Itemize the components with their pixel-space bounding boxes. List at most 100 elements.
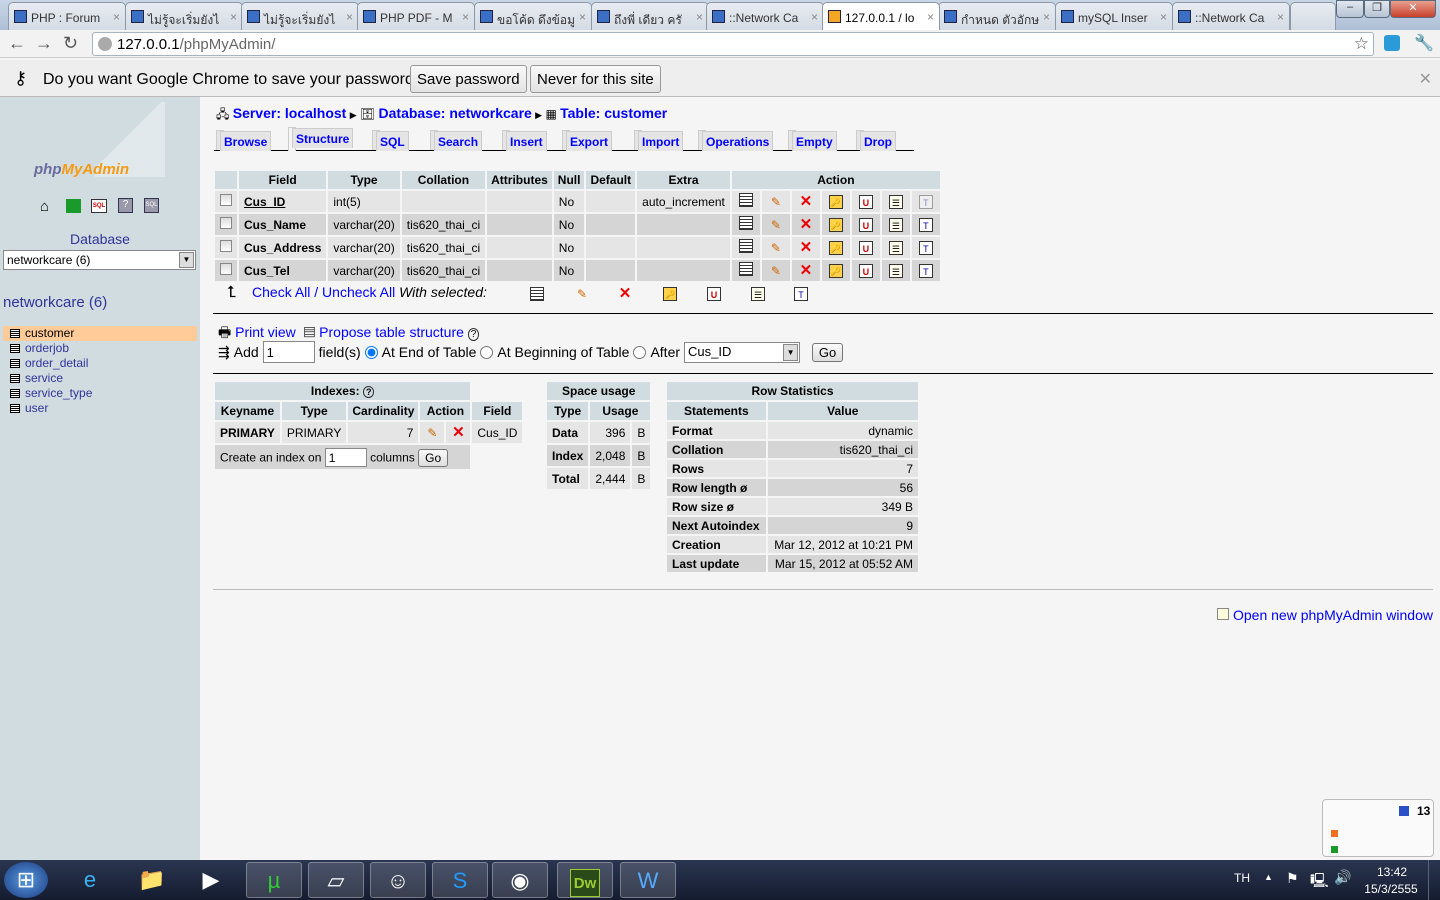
- database-select[interactable]: networkcare (6) ▼: [3, 250, 196, 270]
- at-end-radio[interactable]: [364, 345, 378, 359]
- print-view-link[interactable]: Print view: [235, 324, 296, 340]
- tab-structure[interactable]: ✎Structure: [288, 127, 354, 151]
- edit-icon[interactable]: ✎: [769, 195, 783, 209]
- primary-key-icon[interactable]: 🔑: [828, 264, 843, 278]
- new-tab-button[interactable]: [1290, 2, 1336, 30]
- primary-key-icon[interactable]: 🔑: [828, 195, 843, 209]
- sidebar-table-order_detail[interactable]: order_detail: [3, 356, 197, 371]
- taskbar-dreamweaver-icon[interactable]: Dw: [570, 869, 600, 897]
- edit-icon[interactable]: ✎: [769, 241, 783, 255]
- browser-tab[interactable]: PHP : Forum ×: [8, 2, 126, 30]
- browser-tab[interactable]: ขอโค้ด ดึงข้อมู ×: [474, 2, 592, 30]
- browser-tab[interactable]: ไม่รู้จะเริ่มยังไ ×: [241, 2, 359, 30]
- tab-import[interactable]: ▤Import: [634, 130, 684, 151]
- phpmyadmin-logo[interactable]: phpMyAdmin: [34, 161, 129, 178]
- index-columns-input[interactable]: [324, 448, 367, 467]
- sidebar-table-service_type[interactable]: service_type: [3, 386, 197, 401]
- primary-key-icon[interactable]: 🔑: [828, 218, 843, 232]
- sidebar-table-user[interactable]: user: [3, 401, 197, 416]
- taskbar-messenger-icon[interactable]: ☺: [370, 862, 426, 898]
- browser-tab[interactable]: ::Network Ca ×: [706, 2, 824, 30]
- close-window-button[interactable]: ✕: [1390, 0, 1436, 18]
- taskbar-chrome-icon[interactable]: ◉: [492, 862, 548, 898]
- taskbar-explorer-icon[interactable]: 📁: [124, 862, 180, 898]
- clock-date[interactable]: 15/3/2555: [1358, 882, 1424, 896]
- close-tab-icon[interactable]: ×: [462, 10, 469, 24]
- browser-tab[interactable]: ไม่รู้จะเริ่มยังไ ×: [125, 2, 243, 30]
- bulk-browse-icon[interactable]: [530, 287, 544, 301]
- wrench-icon[interactable]: 🔧: [1414, 33, 1434, 53]
- reload-icon[interactable]: ↻: [63, 33, 78, 54]
- close-tab-icon[interactable]: ×: [811, 10, 818, 24]
- bulk-primary-key-icon[interactable]: 🔑: [663, 287, 677, 301]
- url-input[interactable]: 127.0.0.1/phpMyAdmin/ ☆: [92, 32, 1374, 56]
- maximize-button[interactable]: ❐: [1364, 0, 1390, 18]
- drop-icon[interactable]: ✕: [799, 240, 813, 255]
- add-fields-go-button[interactable]: Go: [811, 342, 844, 362]
- breadcrumb-server[interactable]: Server: localhost: [233, 105, 347, 121]
- bulk-fulltext-icon[interactable]: T: [794, 287, 808, 301]
- db-heading-link[interactable]: networkcare (6): [3, 294, 107, 311]
- minimize-button[interactable]: –: [1336, 0, 1364, 18]
- close-tab-icon[interactable]: ×: [230, 10, 237, 24]
- unique-icon[interactable]: U: [858, 217, 873, 232]
- close-tab-icon[interactable]: ×: [1160, 10, 1167, 24]
- bulk-index-icon[interactable]: ☰: [751, 287, 765, 301]
- tab-search[interactable]: ⚲Search: [430, 130, 483, 151]
- help-icon[interactable]: ?: [118, 198, 133, 213]
- index-icon[interactable]: ☰: [888, 194, 903, 209]
- close-tab-icon[interactable]: ×: [579, 10, 586, 24]
- uncheck-all-link[interactable]: Uncheck All: [322, 284, 395, 300]
- row-checkbox[interactable]: [220, 217, 232, 229]
- sql-query-icon[interactable]: SQL: [91, 199, 107, 213]
- back-icon[interactable]: ←: [8, 33, 26, 54]
- index-icon[interactable]: ☰: [888, 217, 903, 232]
- browse-icon[interactable]: [738, 216, 753, 230]
- browse-icon[interactable]: [738, 239, 753, 253]
- fulltext-icon[interactable]: T: [918, 240, 933, 255]
- row-checkbox[interactable]: [220, 240, 232, 252]
- index-icon[interactable]: ☰: [888, 240, 903, 255]
- bulk-drop-icon[interactable]: ✕: [618, 286, 632, 301]
- unique-icon[interactable]: U: [858, 263, 873, 278]
- tab-export[interactable]: ▤Export: [562, 130, 613, 151]
- chevron-down-icon[interactable]: ▼: [783, 343, 799, 361]
- tab-drop[interactable]: ✖Drop: [856, 130, 896, 151]
- check-all-link[interactable]: Check All: [252, 284, 310, 300]
- browser-tab[interactable]: ถึงพี่ เดียว ครั ×: [591, 2, 709, 30]
- drop-icon[interactable]: ✕: [799, 263, 813, 278]
- fulltext-icon[interactable]: T: [918, 263, 933, 278]
- unique-icon[interactable]: U: [858, 240, 873, 255]
- taskbar-notes-icon[interactable]: ▱: [308, 862, 364, 898]
- at-beginning-radio[interactable]: [480, 345, 494, 359]
- fulltext-icon[interactable]: T: [918, 217, 933, 232]
- after-field-select[interactable]: Cus_ID ▼: [684, 341, 801, 363]
- index-icon[interactable]: ☰: [888, 263, 903, 278]
- bulk-unique-icon[interactable]: U: [707, 287, 721, 301]
- help-icon[interactable]: ?: [467, 328, 480, 341]
- sidebar-table-orderjob[interactable]: orderjob: [3, 341, 197, 356]
- sidebar-table-service[interactable]: service: [3, 371, 197, 386]
- close-tab-icon[interactable]: ×: [927, 10, 934, 24]
- drop-index-icon[interactable]: ✕: [451, 425, 465, 440]
- forward-icon[interactable]: →: [35, 33, 53, 54]
- unique-icon[interactable]: U: [858, 194, 873, 209]
- browser-tab[interactable]: mySQL Inser ×: [1055, 2, 1173, 30]
- browse-icon[interactable]: [738, 262, 753, 276]
- browse-icon[interactable]: [738, 193, 753, 207]
- language-indicator[interactable]: TH: [1234, 871, 1250, 885]
- taskbar-skype-icon[interactable]: S: [432, 862, 488, 898]
- breadcrumb-database[interactable]: Database: networkcare: [379, 105, 532, 121]
- close-infobar-icon[interactable]: ✕: [1419, 69, 1432, 89]
- sidebar-table-customer[interactable]: customer: [3, 326, 197, 341]
- show-hidden-icons[interactable]: ▲: [1264, 872, 1273, 882]
- never-for-this-site-button[interactable]: Never for this site: [530, 65, 661, 93]
- exit-icon[interactable]: [66, 199, 81, 213]
- help-icon[interactable]: ?: [362, 386, 375, 398]
- close-tab-icon[interactable]: ×: [696, 10, 703, 24]
- row-checkbox[interactable]: [220, 263, 232, 275]
- browser-tab[interactable]: กำหนด ตัวอักษ ×: [938, 2, 1056, 30]
- clock-time[interactable]: 13:42: [1362, 865, 1422, 879]
- network-icon[interactable]: 🖳: [1310, 870, 1329, 894]
- browser-tab[interactable]: PHP PDF - M ×: [357, 2, 475, 30]
